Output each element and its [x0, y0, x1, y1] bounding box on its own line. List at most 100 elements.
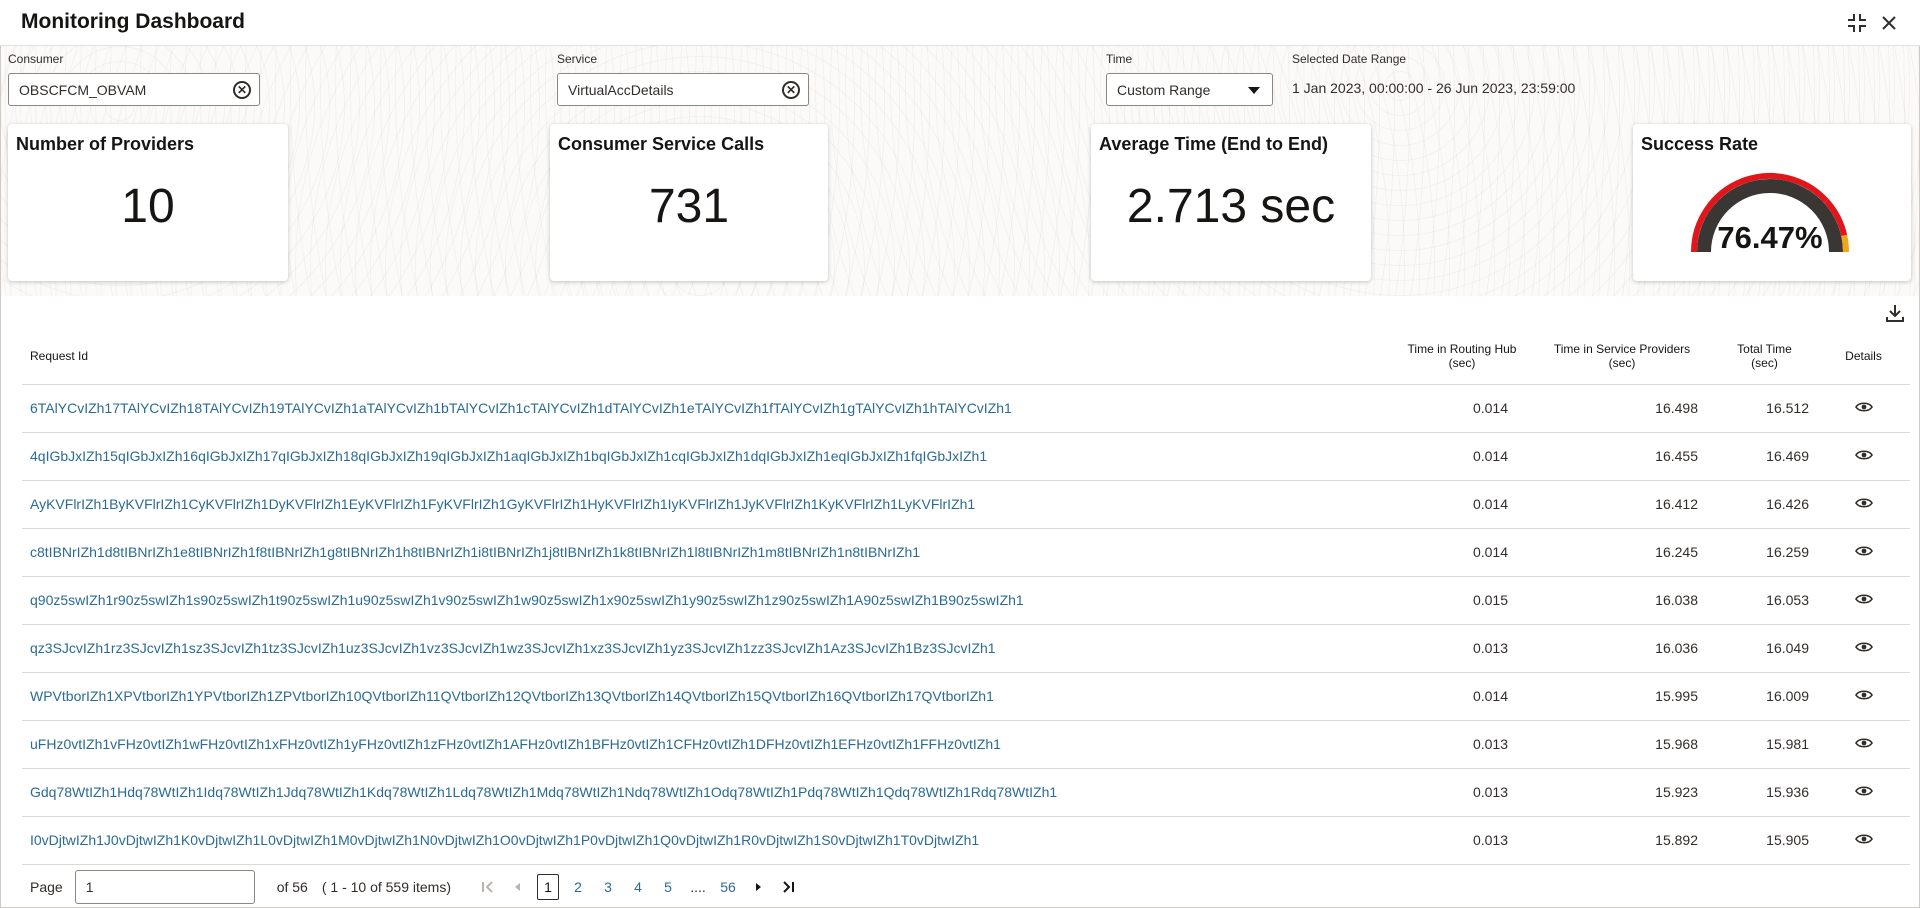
- time-label: Time: [1106, 52, 1133, 66]
- clear-consumer-icon[interactable]: ✕: [233, 81, 251, 99]
- table-row: WPVtborIZh1XPVtborIZh1YPVtborIZh1ZPVtbor…: [22, 672, 1910, 721]
- total-time: 15.936: [1712, 768, 1817, 817]
- routing-hub-time: 0.013: [1392, 624, 1532, 673]
- details-cell: [1817, 720, 1910, 769]
- request-id-link[interactable]: 4qIGbJxIZh15qIGbJxIZh16qIGbJxIZh17qIGbJx…: [22, 432, 1392, 481]
- collapse-icon[interactable]: [1844, 10, 1870, 36]
- eye-icon[interactable]: [1854, 688, 1873, 704]
- total-time: 16.512: [1712, 384, 1817, 433]
- providers-card: Number of Providers 10: [8, 124, 288, 281]
- clear-service-icon[interactable]: ✕: [782, 81, 800, 99]
- eye-icon[interactable]: [1854, 400, 1873, 416]
- details-cell: [1817, 816, 1910, 865]
- service-value: VirtualAccDetails: [568, 81, 674, 98]
- request-id-link[interactable]: 6TAlYCvIZh17TAlYCvIZh18TAlYCvIZh19TAlYCv…: [22, 384, 1392, 433]
- consumer-filter: Consumer OBSCFCM_OBVAM ✕: [8, 52, 260, 106]
- pagination: Page 1 of 56 ( 1 - 10 of 559 items) 1234…: [8, 870, 1908, 904]
- avg-time-title: Average Time (End to End): [1099, 134, 1329, 154]
- table-row: I0vDjtwIZh1J0vDjtwIZh1K0vDjtwIZh1L0vDjtw…: [22, 816, 1910, 865]
- next-page-icon[interactable]: [747, 874, 769, 900]
- request-id-link[interactable]: q90z5swIZh1r90z5swIZh1s90z5swIZh1t90z5sw…: [22, 576, 1392, 625]
- close-icon[interactable]: [1876, 10, 1902, 36]
- table-row: AyKVFlrIZh1ByKVFlrIZh1CyKVFlrIZh1DyKVFlr…: [22, 480, 1910, 529]
- routing-hub-time: 0.014: [1392, 528, 1532, 577]
- page-label: Page: [30, 879, 63, 895]
- header-request-id[interactable]: Request Id: [22, 328, 1392, 385]
- service-input[interactable]: VirtualAccDetails ✕: [557, 73, 809, 106]
- details-cell: [1817, 528, 1910, 577]
- calls-value: 731: [648, 180, 730, 233]
- consumer-input[interactable]: OBSCFCM_OBVAM ✕: [8, 73, 260, 106]
- download-icon[interactable]: [1882, 300, 1908, 326]
- eye-icon[interactable]: [1854, 592, 1873, 608]
- date-range: Selected Date Range 1 Jan 2023, 00:00:00…: [1292, 52, 1575, 96]
- table-row: qz3SJcvIZh1rz3SJcvIZh1sz3SJcvIZh1tz3SJcv…: [22, 624, 1910, 673]
- success-rate-title: Success Rate: [1641, 134, 1759, 154]
- eye-icon[interactable]: [1854, 544, 1873, 560]
- date-range-value: 1 Jan 2023, 00:00:00 - 26 Jun 2023, 23:5…: [1292, 80, 1576, 96]
- table-header-row: Request Id Time in Routing Hub (sec) Time…: [22, 328, 1910, 385]
- header-total-time[interactable]: Total Time (sec): [1712, 328, 1817, 385]
- header: Monitoring Dashboard: [0, 0, 1920, 46]
- eye-icon[interactable]: [1854, 736, 1873, 752]
- request-id-link[interactable]: I0vDjtwIZh1J0vDjtwIZh1K0vDjtwIZh1L0vDjtw…: [22, 816, 1392, 865]
- service-filter: Service VirtualAccDetails ✕: [557, 52, 809, 106]
- page-link[interactable]: 4: [627, 874, 649, 900]
- routing-hub-time: 0.013: [1392, 816, 1532, 865]
- chevron-down-icon: [1248, 87, 1260, 94]
- page-ellipsis: ....: [690, 879, 706, 895]
- details-cell: [1817, 432, 1910, 481]
- date-range-label: Selected Date Range: [1292, 52, 1407, 66]
- routing-hub-time: 0.014: [1392, 672, 1532, 721]
- request-id-link[interactable]: uFHz0vtIZh1vFHz0vtIZh1wFHz0vtIZh1xFHz0vt…: [22, 720, 1392, 769]
- total-time: 16.259: [1712, 528, 1817, 577]
- request-id-link[interactable]: c8tIBNrIZh1d8tIBNrIZh1e8tIBNrIZh1f8tIBNr…: [22, 528, 1392, 577]
- page-input[interactable]: 1: [74, 870, 255, 904]
- details-cell: [1817, 672, 1910, 721]
- total-time: 15.981: [1712, 720, 1817, 769]
- details-cell: [1817, 384, 1910, 433]
- request-id-link[interactable]: Gdq78WtIZh1Hdq78WtIZh1Idq78WtIZh1Jdq78Wt…: [22, 768, 1392, 817]
- providers-value: 10: [121, 180, 175, 233]
- header-service-providers[interactable]: Time in Service Providers (sec): [1532, 328, 1712, 385]
- routing-hub-time: 0.013: [1392, 720, 1532, 769]
- eye-icon[interactable]: [1854, 784, 1873, 800]
- service-label: Service: [557, 52, 598, 66]
- eye-icon[interactable]: [1854, 496, 1873, 512]
- header-details: Details: [1817, 328, 1910, 385]
- service-providers-time: 16.036: [1532, 624, 1712, 673]
- service-providers-time: 15.923: [1532, 768, 1712, 817]
- page-link[interactable]: 3: [597, 874, 619, 900]
- page-title: Monitoring Dashboard: [21, 10, 245, 33]
- requests-table: Request Id Time in Routing Hub (sec) Time…: [22, 328, 1910, 865]
- request-id-link[interactable]: WPVtborIZh1XPVtborIZh1YPVtborIZh1ZPVtbor…: [22, 672, 1392, 721]
- request-id-link[interactable]: qz3SJcvIZh1rz3SJcvIZh1sz3SJcvIZh1tz3SJcv…: [22, 624, 1392, 673]
- page-of-text: of 56: [276, 879, 308, 895]
- page-link[interactable]: 56: [717, 874, 739, 900]
- page-link[interactable]: 2: [567, 874, 589, 900]
- total-time: 16.009: [1712, 672, 1817, 721]
- eye-icon[interactable]: [1854, 640, 1873, 656]
- page-link[interactable]: 5: [657, 874, 679, 900]
- last-page-icon[interactable]: [777, 874, 799, 900]
- table-row: 6TAlYCvIZh17TAlYCvIZh18TAlYCvIZh19TAlYCv…: [22, 384, 1910, 433]
- providers-title: Number of Providers: [16, 134, 195, 154]
- page-link[interactable]: 1: [537, 874, 560, 900]
- eye-icon[interactable]: [1854, 448, 1873, 464]
- eye-icon[interactable]: [1854, 832, 1873, 848]
- header-routing-hub[interactable]: Time in Routing Hub (sec): [1392, 328, 1532, 385]
- details-cell: [1817, 624, 1910, 673]
- time-value: Custom Range: [1117, 81, 1211, 98]
- success-rate-value: 76.47%: [1717, 220, 1823, 255]
- first-page-icon[interactable]: [477, 874, 499, 900]
- service-providers-time: 16.455: [1532, 432, 1712, 481]
- prev-page-icon[interactable]: [507, 874, 529, 900]
- service-providers-time: 16.245: [1532, 528, 1712, 577]
- time-select[interactable]: Custom Range: [1106, 73, 1273, 106]
- request-id-link[interactable]: AyKVFlrIZh1ByKVFlrIZh1CyKVFlrIZh1DyKVFlr…: [22, 480, 1392, 529]
- total-time: 16.426: [1712, 480, 1817, 529]
- total-time: 15.905: [1712, 816, 1817, 865]
- service-providers-time: 15.892: [1532, 816, 1712, 865]
- service-providers-time: 15.968: [1532, 720, 1712, 769]
- routing-hub-time: 0.015: [1392, 576, 1532, 625]
